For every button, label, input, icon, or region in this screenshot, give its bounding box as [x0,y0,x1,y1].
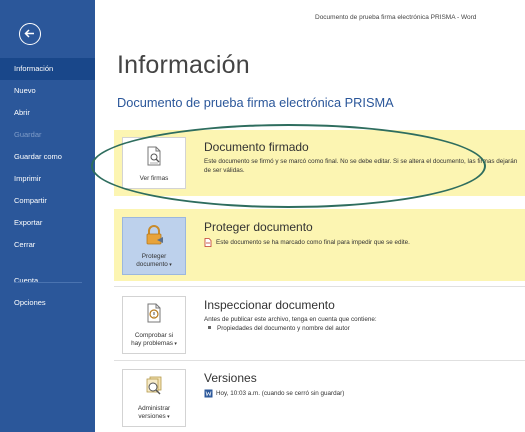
back-button[interactable] [19,23,41,45]
inspect-document-icon [147,303,161,323]
nav-item-cuenta[interactable]: Cuenta [0,270,95,292]
signed-title: Documento firmado [204,140,309,154]
protect-label-line2: documento [136,261,168,268]
version-entry-text: Hoy, 10:03 a.m. (cuando se cerró sin gua… [216,390,345,397]
versions-section: Administrar versiones ▾ Versiones Hoy, 1… [114,363,525,432]
inspect-title: Inspeccionar documento [204,298,335,312]
inspect-description: Antes de publicar este archivo, tenga en… [204,316,377,323]
document-name: Documento de prueba firma electrónica PR… [117,95,394,110]
check-label-line2: hay problemas [131,340,173,347]
protect-label-line1: Proteger [141,253,167,260]
backstage-sidebar: Información Nuevo Abrir Guardar Guardar … [0,0,95,432]
section-divider [114,360,525,361]
page-title: Información [117,51,250,79]
nav-item-imprimir[interactable]: Imprimir [0,168,95,190]
versions-icon [146,376,162,395]
nav-separator [14,282,82,283]
signed-description: Este documento se firmó y se marcó como … [204,158,518,174]
nav-item-guardar[interactable]: Guardar [0,124,95,146]
back-arrow-icon [24,29,34,38]
word-document-icon [204,389,213,398]
view-signatures-label: Ver firmas [139,175,169,182]
dropdown-chevron-icon: ▾ [173,341,177,347]
lock-icon [146,225,163,245]
protect-document-section: Proteger documento ▾ Proteger documento … [114,209,525,281]
window-title: Documento de prueba firma electrónica PR… [315,14,477,21]
check-issues-button[interactable]: Comprobar si hay problemas ▾ [122,296,186,354]
nav-item-nuevo[interactable]: Nuevo [0,80,95,102]
view-signatures-button[interactable]: Ver firmas [122,137,186,189]
dropdown-chevron-icon: ▾ [167,262,172,268]
backstage-nav: Información Nuevo Abrir Guardar Guardar … [0,58,95,314]
protect-document-label: Proteger documento ▾ [123,253,185,269]
protect-description: Este documento se ha marcado como final … [204,238,519,247]
final-document-icon [204,238,212,247]
versions-title: Versiones [204,371,257,385]
dropdown-chevron-icon: ▾ [165,414,170,420]
versions-label-line2: versiones [138,413,166,420]
protect-title: Proteger documento [204,220,313,234]
manage-versions-label: Administrar versiones ▾ [123,405,185,421]
nav-item-compartir[interactable]: Compartir [0,190,95,212]
nav-item-exportar[interactable]: Exportar [0,212,95,234]
nav-spacer [0,256,95,270]
bullet-icon [208,326,211,330]
manage-versions-button[interactable]: Administrar versiones ▾ [122,369,186,427]
inspect-bullet-item: Propiedades del documento y nombre del a… [204,325,350,332]
versions-label-line1: Administrar [137,405,171,412]
nav-item-informacion[interactable]: Información [0,58,95,80]
signed-document-icon [147,146,161,166]
nav-item-cerrar[interactable]: Cerrar [0,234,95,256]
nav-item-abrir[interactable]: Abrir [0,102,95,124]
section-divider [114,286,525,287]
protect-document-button[interactable]: Proteger documento ▾ [122,217,186,275]
inspect-document-section: Comprobar si hay problemas ▾ Inspecciona… [114,290,525,358]
check-issues-label: Comprobar si hay problemas ▾ [123,332,185,348]
protect-description-text: Este documento se ha marcado como final … [216,239,410,246]
check-label-line1: Comprobar si [134,332,174,339]
version-entry[interactable]: Hoy, 10:03 a.m. (cuando se cerró sin gua… [204,389,519,398]
inspect-bullet-text: Propiedades del documento y nombre del a… [217,325,350,332]
nav-item-guardar-como[interactable]: Guardar como [0,146,95,168]
signed-document-section: Ver firmas Documento firmado Este docume… [114,130,525,196]
nav-item-opciones[interactable]: Opciones [0,292,95,314]
